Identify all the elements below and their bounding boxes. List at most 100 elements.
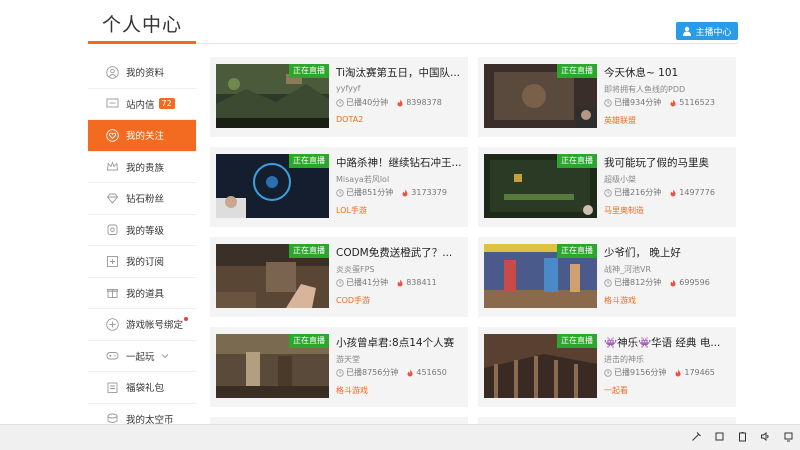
- sidebar-item-label: 我的订阅: [126, 257, 165, 269]
- live-card[interactable]: 正在直播 今天休息~ 101 即将拥有人鱼线的PDD 已播934分钟 51165…: [478, 57, 736, 137]
- stream-title[interactable]: 👾神乐👾华语 经典 电...: [604, 335, 730, 350]
- sidebar-item-play-together[interactable]: 一起玩: [88, 341, 196, 372]
- live-card-partial[interactable]: [478, 417, 736, 424]
- stream-category[interactable]: 马里奥制造: [604, 205, 644, 216]
- game-bind-icon: [106, 317, 119, 331]
- stream-title[interactable]: 今天休息~ 101: [604, 65, 730, 80]
- live-card[interactable]: 正在直播 少爷们， 晚上好 战神_河池VR 已播812分钟 699596 格斗游…: [478, 237, 736, 317]
- live-card[interactable]: 正在直播 小孩曾卓君:8点14个人赛 游天堂 已播8756分钟 451650 格…: [210, 327, 468, 407]
- stream-heat: 838411: [406, 278, 437, 287]
- stream-category[interactable]: LOL手游: [336, 205, 367, 216]
- live-tag: 正在直播: [557, 334, 597, 348]
- sidebar-item-label: 我的等级: [126, 225, 165, 237]
- sidebar-item-level[interactable]: 我的等级: [88, 215, 196, 246]
- clock-icon: [336, 278, 344, 287]
- live-thumbnail[interactable]: 正在直播: [484, 334, 597, 398]
- live-card[interactable]: 正在直播 我可能玩了假的马里奥 超级小桀 已播216分钟 1497776 马里奥…: [478, 147, 736, 227]
- lucky-bag-icon: [106, 381, 119, 394]
- level-icon: [106, 223, 119, 236]
- live-thumbnail[interactable]: 正在直播: [484, 64, 597, 128]
- live-thumbnail[interactable]: 正在直播: [216, 334, 329, 398]
- stream-heat: 451650: [416, 368, 447, 377]
- stream-title[interactable]: Ti淘汰赛第五日，中国队...: [336, 65, 462, 80]
- stream-stats: 已播934分钟 5116523: [604, 97, 715, 108]
- sidebar-item-subscriptions[interactable]: 我的订阅: [88, 246, 196, 278]
- sidebar-item-label: 我的太空币: [126, 414, 174, 424]
- stream-category[interactable]: 格斗游戏: [604, 295, 636, 306]
- stream-title[interactable]: CODM免费送橙武了？...: [336, 245, 462, 260]
- anchor-center-button[interactable]: 主播中心: [676, 22, 738, 40]
- live-thumbnail[interactable]: 正在直播: [216, 244, 329, 308]
- clock-icon: [604, 188, 612, 197]
- clock-icon: [336, 368, 344, 377]
- streamer-name[interactable]: 进击的神乐: [604, 354, 730, 365]
- window-icon[interactable]: [714, 431, 725, 442]
- live-card[interactable]: 正在直播 👾神乐👾华语 经典 电... 进击的神乐 已播9156分钟 17946…: [478, 327, 736, 407]
- sidebar-item-label: 一起玩: [126, 351, 155, 363]
- network-icon[interactable]: [783, 431, 794, 442]
- sidebar-item-following[interactable]: 我的关注: [88, 120, 196, 152]
- streamer-name[interactable]: 游天堂: [336, 354, 462, 365]
- live-thumbnail[interactable]: 正在直播: [484, 154, 597, 218]
- stream-stats: 已播8756分钟 451650: [336, 367, 447, 378]
- sidebar-item-nobility[interactable]: 我的贵族: [88, 152, 196, 183]
- sidebar-item-label: 福袋礼包: [126, 383, 165, 395]
- battery-icon[interactable]: [737, 431, 748, 442]
- user-icon: [106, 65, 119, 79]
- sidebar-item-game-binding[interactable]: 游戏帐号绑定: [88, 309, 196, 341]
- fire-icon: [397, 279, 403, 286]
- sidebar-item-diamond-fans[interactable]: 钻石粉丝: [88, 183, 196, 215]
- stream-duration: 已播934分钟: [614, 98, 662, 107]
- streamer-name[interactable]: yyfyyf: [336, 84, 462, 93]
- fire-icon: [407, 369, 413, 376]
- stream-duration: 已播41分钟: [346, 278, 389, 287]
- stream-title[interactable]: 小孩曾卓君:8点14个人赛: [336, 335, 462, 350]
- stream-category[interactable]: 英雄联盟: [604, 115, 636, 126]
- stream-heat: 1497776: [679, 188, 715, 197]
- page: 个人中心 主播中心 我的资料 站内信 72 我的关注 我的贵族 钻石粉丝 我的等…: [0, 0, 800, 424]
- stream-title[interactable]: 中路杀神！继续钻石冲王...: [336, 155, 462, 170]
- streamer-name[interactable]: 超级小桀: [604, 174, 730, 185]
- stream-stats: 已播216分钟 1497776: [604, 187, 715, 198]
- streamer-name[interactable]: 即将拥有人鱼线的PDD: [604, 84, 730, 95]
- live-card[interactable]: 正在直播 Ti淘汰赛第五日，中国队... yyfyyf 已播40分钟 83983…: [210, 57, 468, 137]
- live-card[interactable]: 正在直播 中路杀神！继续钻石冲王... Misaya若风lol 已播851分钟 …: [210, 147, 468, 227]
- sidebar-item-props[interactable]: 我的道具: [88, 278, 196, 309]
- live-card[interactable]: 正在直播 CODM免费送橙武了？... 炎炎蛋FPS 已播41分钟 838411…: [210, 237, 468, 317]
- stream-title[interactable]: 我可能玩了假的马里奥: [604, 155, 730, 170]
- stream-category[interactable]: COD手游: [336, 295, 370, 306]
- sidebar-item-space-coin[interactable]: 我的太空币: [88, 404, 196, 424]
- message-icon: [106, 97, 119, 110]
- stream-heat: 179465: [684, 368, 715, 377]
- system-tray: [691, 431, 794, 442]
- pin-icon[interactable]: [691, 431, 702, 442]
- streamer-name[interactable]: Misaya若风lol: [336, 174, 462, 185]
- stream-category[interactable]: 格斗游戏: [336, 385, 368, 396]
- subscribe-icon: [106, 255, 119, 268]
- stream-stats: 已播851分钟 3173379: [336, 187, 447, 198]
- streamer-name[interactable]: 炎炎蛋FPS: [336, 264, 462, 275]
- stream-duration: 已播8756分钟: [346, 368, 399, 377]
- live-card-partial[interactable]: [210, 417, 468, 424]
- stream-category[interactable]: DOTA2: [336, 115, 363, 124]
- sidebar-item-label: 我的资料: [126, 68, 165, 80]
- stream-duration: 已播40分钟: [346, 98, 389, 107]
- live-thumbnail[interactable]: 正在直播: [216, 154, 329, 218]
- message-count-badge: 72: [158, 98, 175, 110]
- stream-stats: 已播41分钟 838411: [336, 277, 437, 288]
- clock-icon: [336, 188, 344, 197]
- volume-icon[interactable]: [760, 431, 771, 442]
- live-tag: 正在直播: [289, 154, 329, 168]
- sidebar-item-lucky-bag[interactable]: 福袋礼包: [88, 372, 196, 404]
- live-thumbnail[interactable]: 正在直播: [216, 64, 329, 128]
- stream-category[interactable]: 一起看: [604, 385, 628, 396]
- sidebar-item-profile[interactable]: 我的资料: [88, 57, 196, 89]
- stream-duration: 已播9156分钟: [614, 368, 667, 377]
- streamer-name[interactable]: 战神_河池VR: [604, 264, 730, 275]
- stream-title[interactable]: 少爷们， 晚上好: [604, 245, 730, 260]
- fire-icon: [670, 189, 676, 196]
- sidebar-item-messages[interactable]: 站内信 72: [88, 89, 196, 120]
- live-thumbnail[interactable]: 正在直播: [484, 244, 597, 308]
- clock-icon: [604, 98, 612, 107]
- fire-icon: [670, 279, 676, 286]
